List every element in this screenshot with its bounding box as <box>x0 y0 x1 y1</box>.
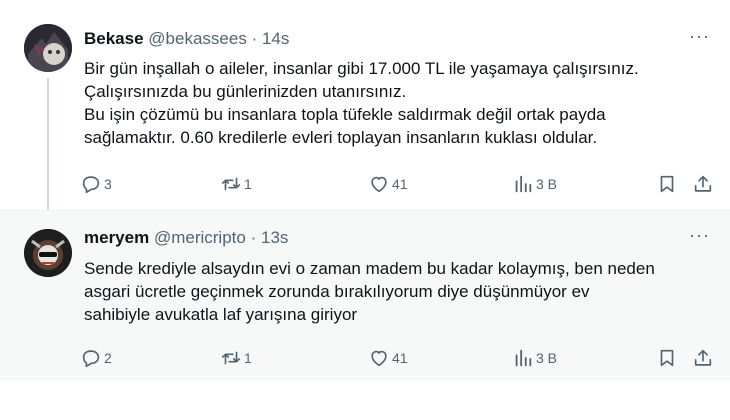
repost-button[interactable]: 1 <box>220 346 252 370</box>
avatar[interactable] <box>24 24 72 72</box>
tweet-line: Çalışırsınızda bu günlerinizden utanırsı… <box>84 82 407 101</box>
like-count: 41 <box>392 350 408 366</box>
tweet-line: Sende krediyle alsaydın evi o zaman made… <box>84 259 655 278</box>
separator: · <box>251 29 258 48</box>
tweet-meryem[interactable]: meryem @mericripto · 13s ··· Sende kredi… <box>0 210 730 381</box>
heart-icon <box>371 350 387 367</box>
repost-count: 1 <box>244 176 252 192</box>
tweet-line: Bu işin çözümü bu insanlara topla tüfekl… <box>84 105 606 124</box>
tweet-header: meryem @mericripto · 13s <box>84 227 288 249</box>
speech-bubble-icon <box>82 350 100 368</box>
more-options-icon[interactable]: ··· <box>689 26 710 47</box>
share-arrow-icon <box>694 349 712 366</box>
action-bar: 3 1 41 3 B <box>80 172 720 196</box>
views-button[interactable]: 3 B <box>512 172 557 196</box>
tweet-text: Bir gün inşallah o aileler, insanlar gib… <box>84 57 724 149</box>
speech-bubble-icon <box>82 176 100 194</box>
tweet-line: asgari ücretle geçinmek zorunda bırakılı… <box>84 282 590 301</box>
share-button[interactable] <box>692 346 714 370</box>
tweet-line: Bir gün inşallah o aileler, insanlar gib… <box>84 59 639 78</box>
bar-chart-icon <box>515 349 532 367</box>
separator: · <box>250 228 257 247</box>
display-name[interactable]: Bekase <box>84 29 144 48</box>
share-arrow-icon <box>694 175 712 192</box>
tweet-bekase[interactable]: Bekase @bekassees · 14s ··· Bir gün inşa… <box>0 0 730 210</box>
action-bar: 2 1 41 3 B <box>80 346 720 370</box>
views-button[interactable]: 3 B <box>512 346 557 370</box>
bookmark-button[interactable] <box>656 346 678 370</box>
avatar[interactable] <box>24 229 72 277</box>
more-options-icon[interactable]: ··· <box>689 225 710 246</box>
tweet-header: Bekase @bekassees · 14s <box>84 28 289 50</box>
repost-arrows-icon <box>221 177 241 191</box>
share-button[interactable] <box>692 172 714 196</box>
like-count: 41 <box>392 176 408 192</box>
heart-icon <box>371 176 387 193</box>
reply-button[interactable]: 2 <box>80 346 112 370</box>
bookmark-button[interactable] <box>656 172 678 196</box>
repost-button[interactable]: 1 <box>220 172 252 196</box>
repost-arrows-icon <box>221 351 241 365</box>
timestamp[interactable]: 14s <box>262 29 289 48</box>
bar-chart-icon <box>515 175 532 193</box>
reply-button[interactable]: 3 <box>80 172 112 196</box>
reply-count: 3 <box>104 176 112 192</box>
timestamp[interactable]: 13s <box>261 228 288 247</box>
bookmark-icon <box>660 349 674 367</box>
user-handle[interactable]: @mericripto <box>154 228 246 247</box>
bookmark-icon <box>660 175 674 193</box>
tweet-text: Sende krediyle alsaydın evi o zaman made… <box>84 257 724 326</box>
thread-connector <box>47 78 49 210</box>
user-handle[interactable]: @bekassees <box>148 29 247 48</box>
like-button[interactable]: 41 <box>368 346 408 370</box>
view-count: 3 B <box>536 350 558 366</box>
display-name[interactable]: meryem <box>84 228 149 247</box>
tweet-line: sahibiyle avukatla laf yarışına giriyor <box>84 305 358 324</box>
view-count: 3 B <box>536 176 558 192</box>
tweet-line: sağlamaktır. 0.60 kredilerle evleri topl… <box>84 128 598 147</box>
like-button[interactable]: 41 <box>368 172 408 196</box>
reply-count: 2 <box>104 350 112 366</box>
repost-count: 1 <box>244 350 252 366</box>
